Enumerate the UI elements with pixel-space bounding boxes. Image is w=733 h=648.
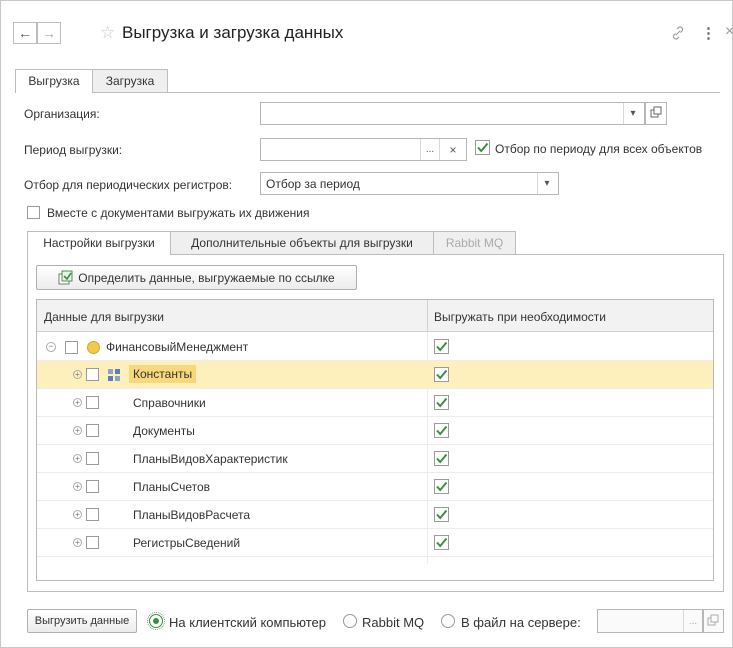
organization-field[interactable] bbox=[260, 102, 645, 125]
define-data-icon bbox=[58, 270, 73, 285]
row-checkbox[interactable] bbox=[86, 480, 99, 493]
movements-checkbox[interactable] bbox=[27, 206, 40, 219]
constants-icon bbox=[107, 368, 121, 382]
collapse-icon[interactable]: − bbox=[46, 342, 56, 352]
chevron-down-icon: ▾ bbox=[544, 178, 550, 189]
more-icon[interactable]: ⋮ bbox=[701, 24, 716, 42]
periodic-registers-field[interactable]: Отбор за период bbox=[260, 172, 559, 195]
chevron-down-icon: ▾ bbox=[630, 108, 636, 119]
row-checkbox[interactable] bbox=[86, 424, 99, 437]
row-label: ПланыСчетов bbox=[133, 480, 211, 494]
checkmark-icon bbox=[475, 140, 490, 155]
table-header: Данные для выгрузки Выгружать при необхо… bbox=[37, 300, 713, 332]
table-row[interactable]: + РегистрыСведений bbox=[37, 529, 713, 557]
tab-export[interactable]: Выгрузка bbox=[15, 69, 93, 93]
export-if-needed-checkbox[interactable] bbox=[434, 423, 449, 438]
period-filter-checkbox[interactable] bbox=[475, 140, 490, 155]
open-icon bbox=[650, 106, 662, 118]
row-checkbox[interactable] bbox=[86, 368, 99, 381]
row-label: ПланыВидовРасчета bbox=[133, 508, 251, 522]
column-header-export-if-needed[interactable]: Выгружать при необходимости bbox=[434, 310, 606, 324]
forward-button[interactable]: → bbox=[37, 22, 61, 44]
page-title: Выгрузка и загрузка данных bbox=[122, 23, 344, 42]
tab-import[interactable]: Загрузка bbox=[92, 69, 168, 93]
open-icon bbox=[707, 614, 719, 626]
expand-icon[interactable]: + bbox=[73, 370, 82, 379]
table-row[interactable]: + Документы bbox=[37, 417, 713, 445]
radio-server-file[interactable] bbox=[441, 614, 455, 628]
radio-rabbit-label: Rabbit MQ bbox=[362, 615, 425, 630]
expand-icon[interactable]: + bbox=[73, 426, 82, 435]
row-label: ФинансовыйМенеджмент bbox=[106, 340, 249, 354]
export-data-table: Данные для выгрузки Выгружать при необхо… bbox=[36, 299, 714, 581]
back-icon: ← bbox=[18, 25, 32, 41]
close-icon[interactable]: × bbox=[725, 23, 733, 41]
table-row[interactable]: + ПланыСчетов bbox=[37, 473, 713, 501]
row-checkbox[interactable] bbox=[86, 396, 99, 409]
radio-client-computer[interactable] bbox=[147, 612, 165, 630]
row-checkbox[interactable] bbox=[86, 452, 99, 465]
row-label: Константы bbox=[133, 367, 193, 381]
radio-client-label: На клиентский компьютер bbox=[169, 615, 326, 630]
row-label: Документы bbox=[133, 424, 195, 438]
subsystem-icon bbox=[87, 341, 100, 354]
tab-additional-objects[interactable]: Дополнительные объекты для выгрузки bbox=[170, 231, 434, 255]
row-label: Справочники bbox=[133, 396, 206, 410]
period-label: Период выгрузки: bbox=[24, 143, 123, 157]
export-import-window: ← → ☆ Выгрузка и загрузка данных ⋮ × Выг… bbox=[0, 0, 733, 648]
back-button[interactable]: ← bbox=[13, 22, 37, 44]
link-icon[interactable] bbox=[671, 26, 685, 40]
export-if-needed-checkbox[interactable] bbox=[434, 535, 449, 550]
organization-dropdown-button[interactable]: ▾ bbox=[623, 103, 642, 124]
clear-icon: × bbox=[449, 142, 457, 157]
export-if-needed-checkbox[interactable] bbox=[434, 395, 449, 410]
export-data-button[interactable]: Выгрузить данные bbox=[27, 609, 137, 633]
table-row[interactable]: + Справочники bbox=[37, 389, 713, 417]
row-label: РегистрыСведений bbox=[133, 536, 241, 550]
organization-label: Организация: bbox=[24, 107, 100, 121]
export-if-needed-checkbox[interactable] bbox=[434, 451, 449, 466]
table-row[interactable]: + ПланыВидовРасчета bbox=[37, 501, 713, 529]
periodic-registers-dropdown[interactable]: ▾ bbox=[537, 173, 556, 194]
export-button-label: Выгрузить данные bbox=[34, 615, 130, 627]
define-button-label: Определить данные, выгружаемые по ссылке bbox=[78, 270, 335, 285]
periodic-registers-label: Отбор для периодических регистров: bbox=[24, 178, 233, 192]
ellipsis-icon: ... bbox=[688, 615, 698, 627]
row-checkbox[interactable] bbox=[86, 536, 99, 549]
define-by-reference-button[interactable]: Определить данные, выгружаемые по ссылке bbox=[36, 265, 357, 290]
period-filter-label: Отбор по периоду для всех объектов bbox=[495, 142, 703, 156]
radio-rabbit-mq[interactable] bbox=[343, 614, 357, 628]
export-if-needed-checkbox[interactable] bbox=[434, 367, 449, 382]
row-checkbox[interactable] bbox=[65, 341, 78, 354]
ellipsis-icon: ... bbox=[425, 144, 435, 155]
row-checkbox[interactable] bbox=[86, 508, 99, 521]
tab-export-settings[interactable]: Настройки выгрузки bbox=[27, 231, 171, 255]
period-clear-button[interactable]: × bbox=[439, 139, 466, 160]
expand-icon[interactable]: + bbox=[73, 510, 82, 519]
favorite-star-icon[interactable]: ☆ bbox=[100, 23, 115, 43]
server-path-open-button[interactable] bbox=[703, 609, 724, 633]
export-if-needed-checkbox[interactable] bbox=[434, 507, 449, 522]
table-row-root[interactable]: − ФинансовыйМенеджмент bbox=[37, 333, 713, 361]
row-label-highlight: Константы bbox=[129, 365, 197, 383]
column-header-data[interactable]: Данные для выгрузки bbox=[44, 310, 164, 324]
movements-label: Вместе с документами выгружать их движен… bbox=[47, 206, 310, 220]
tab-divider bbox=[15, 92, 720, 93]
table-row[interactable]: + Константы bbox=[37, 361, 713, 389]
expand-icon[interactable]: + bbox=[73, 538, 82, 547]
expand-icon[interactable]: + bbox=[73, 398, 82, 407]
export-if-needed-checkbox[interactable] bbox=[434, 479, 449, 494]
expand-icon[interactable]: + bbox=[73, 454, 82, 463]
row-label: ПланыВидовХарактеристик bbox=[133, 452, 288, 466]
radio-server-label: В файл на сервере: bbox=[461, 615, 581, 630]
server-path-select-button[interactable]: ... bbox=[683, 610, 702, 632]
tab-rabbit-mq: Rabbit MQ bbox=[433, 231, 516, 255]
table-row[interactable]: + ПланыВидовХарактеристик bbox=[37, 445, 713, 473]
export-if-needed-checkbox[interactable] bbox=[434, 339, 449, 354]
forward-icon: → bbox=[42, 25, 56, 41]
period-select-button[interactable]: ... bbox=[420, 139, 439, 160]
expand-icon[interactable]: + bbox=[73, 482, 82, 491]
organization-open-button[interactable] bbox=[645, 102, 667, 125]
